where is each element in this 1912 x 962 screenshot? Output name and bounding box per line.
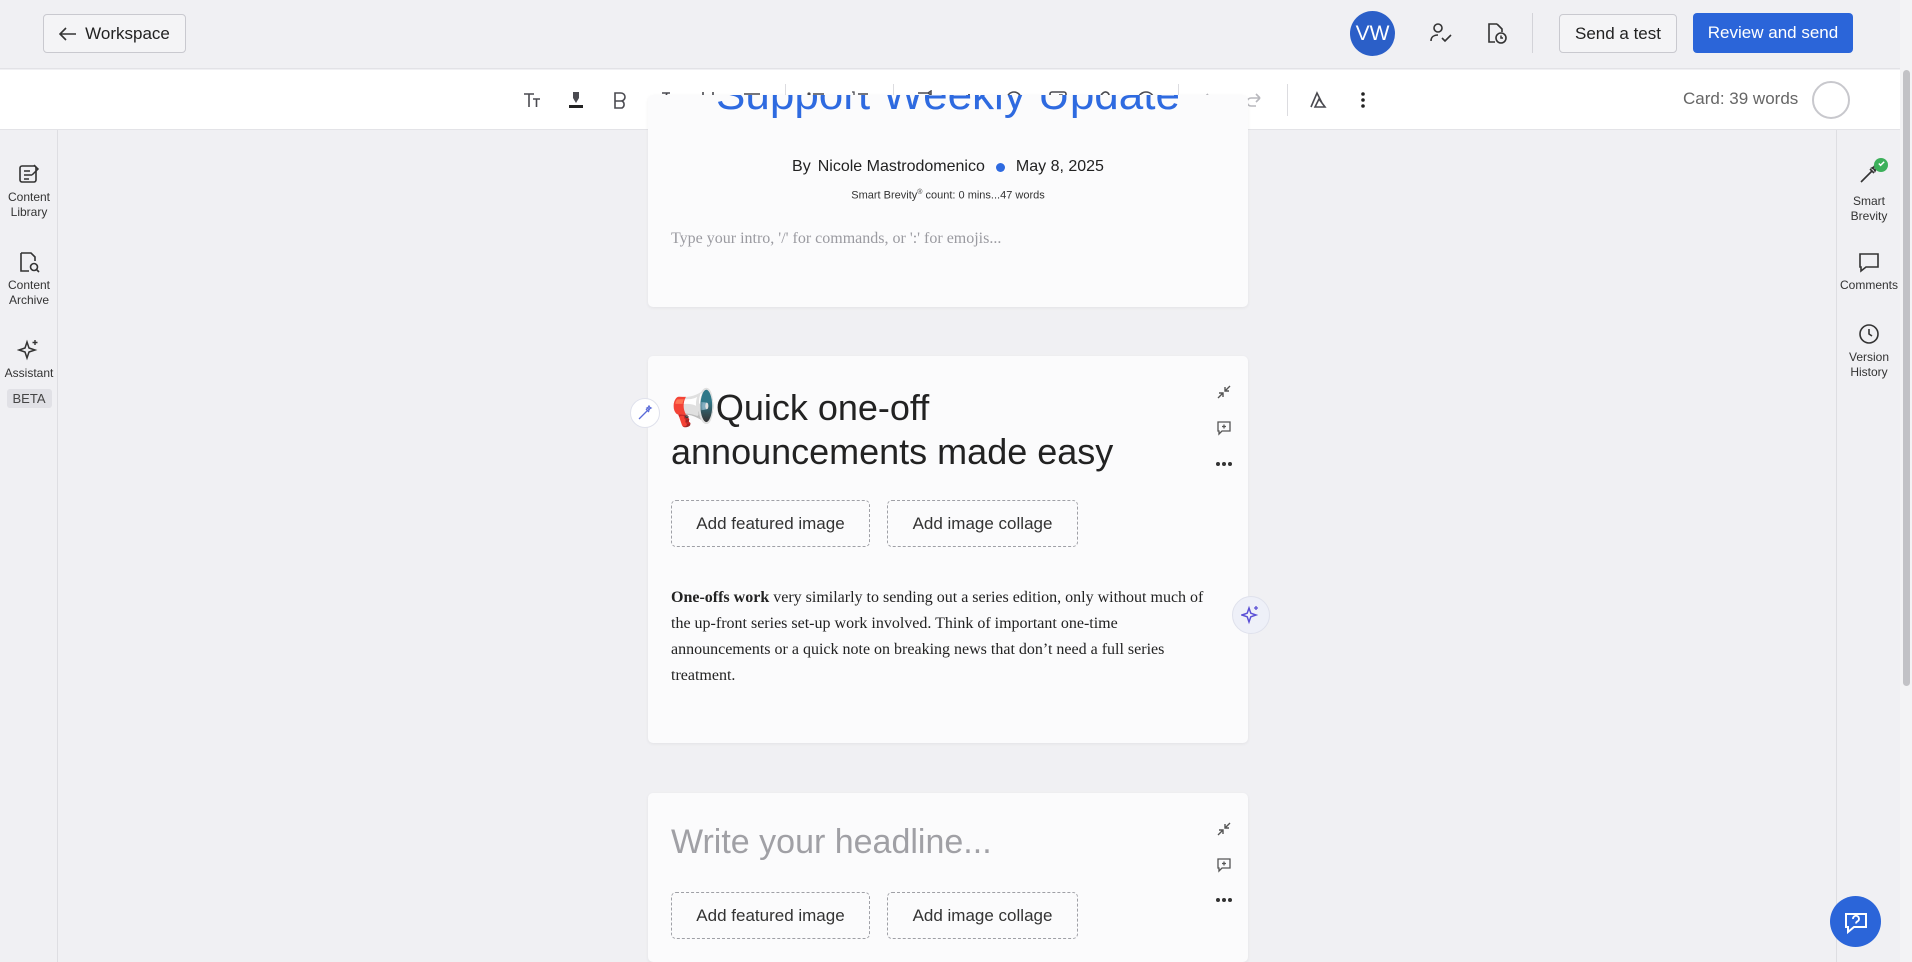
collapse-icon[interactable] xyxy=(1214,382,1234,402)
add-image-collage-button[interactable]: Add image collage xyxy=(887,500,1078,547)
newsletter-title[interactable]: Support Weekly Update xyxy=(648,95,1248,125)
intro-placeholder[interactable]: Type your intro, '/' for commands, or ':… xyxy=(671,230,1001,248)
sidebar-item-label: Content Library xyxy=(7,190,51,219)
workspace-back-button[interactable]: Workspace xyxy=(43,14,186,53)
wand-assist-icon[interactable] xyxy=(630,398,660,428)
beta-badge: BETA xyxy=(6,389,52,408)
sidebar-item-label: Content Archive xyxy=(7,278,51,307)
clock-icon xyxy=(1859,324,1879,344)
headline-placeholder[interactable]: Write your headline... xyxy=(671,823,992,862)
megaphone-icon: 📢 xyxy=(671,387,716,428)
review-and-send-button[interactable]: Review and send xyxy=(1693,13,1853,53)
text-size-icon[interactable] xyxy=(519,87,545,113)
header-divider xyxy=(1532,13,1533,53)
card-word-count: Card: 39 words xyxy=(1683,89,1799,108)
sidebar-item-comments[interactable]: Comments xyxy=(1837,250,1901,293)
left-sidebar: Content Library Content Archive Assistan… xyxy=(0,130,58,962)
bold-icon[interactable] xyxy=(607,87,633,113)
edit-note-icon xyxy=(19,164,40,183)
story-body[interactable]: One-offs work very similarly to sending … xyxy=(671,585,1221,689)
sidebar-item-content-library[interactable]: Content Library xyxy=(0,162,58,220)
ai-icon[interactable] xyxy=(1306,87,1332,113)
author-name[interactable]: Nicole Mastrodomenico xyxy=(818,158,985,176)
add-comment-icon[interactable] xyxy=(1214,418,1234,438)
right-sidebar: Smart Brevity Comments Version History xyxy=(1836,130,1900,962)
check-badge-icon xyxy=(1874,158,1888,172)
title-card: Support Weekly Update By Nicole Mastrodo… xyxy=(648,95,1248,307)
separator-dot xyxy=(995,162,1005,172)
publish-date[interactable]: May 8, 2025 xyxy=(1016,158,1104,176)
toolbar-divider xyxy=(1287,84,1288,116)
file-search-icon xyxy=(20,252,40,273)
scrollbar-thumb[interactable] xyxy=(1903,70,1910,686)
more-options-icon[interactable] xyxy=(1214,890,1234,910)
more-icon[interactable] xyxy=(1350,87,1376,113)
sidebar-item-label: Comments xyxy=(1839,278,1898,292)
arrow-left-icon xyxy=(59,26,77,41)
add-featured-image-button[interactable]: Add featured image xyxy=(671,500,870,547)
empty-story-card: Write your headline... Add featured imag… xyxy=(648,793,1248,962)
workspace-label: Workspace xyxy=(85,23,170,43)
help-chat-button[interactable] xyxy=(1830,896,1881,947)
schedule-file-icon[interactable] xyxy=(1483,20,1509,46)
sidebar-item-smart-brevity[interactable]: Smart Brevity xyxy=(1837,158,1901,224)
sidebar-item-label: Version History xyxy=(1848,350,1890,379)
ai-sparkle-icon[interactable] xyxy=(1232,596,1270,634)
sidebar-item-version-history[interactable]: Version History xyxy=(1837,322,1901,380)
sparkles-icon xyxy=(17,339,38,361)
highlight-icon[interactable] xyxy=(563,87,589,113)
avatar[interactable]: VW xyxy=(1350,11,1395,56)
add-image-collage-button[interactable]: Add image collage xyxy=(887,892,1078,939)
top-bar: Workspace VW Send a test Review and send xyxy=(0,0,1900,69)
add-featured-image-button[interactable]: Add featured image xyxy=(671,892,870,939)
sidebar-item-content-archive[interactable]: Content Archive xyxy=(0,250,58,308)
more-options-icon[interactable] xyxy=(1214,454,1234,474)
collapse-icon[interactable] xyxy=(1214,819,1234,839)
sidebar-item-assistant[interactable]: Assistant BETA xyxy=(0,338,58,408)
add-comment-icon[interactable] xyxy=(1214,855,1234,875)
send-test-button[interactable]: Send a test xyxy=(1559,14,1677,53)
byline: By Nicole Mastrodomenico May 8, 2025 xyxy=(648,158,1248,176)
smart-brevity-count: Smart Brevity® count: 0 mins...47 words xyxy=(851,189,1045,202)
comment-icon xyxy=(1859,253,1879,273)
byline-prefix: By xyxy=(792,158,811,175)
chat-help-icon xyxy=(1844,912,1867,934)
sidebar-item-label: Assistant xyxy=(4,366,54,380)
story-card: 📢Quick one-off announcements made easy A… xyxy=(648,356,1248,743)
story-headline[interactable]: 📢Quick one-off announcements made easy xyxy=(671,386,1171,474)
user-check-icon[interactable] xyxy=(1428,20,1454,46)
sidebar-item-label: Smart Brevity xyxy=(1850,194,1888,223)
progress-ring xyxy=(1812,81,1850,119)
